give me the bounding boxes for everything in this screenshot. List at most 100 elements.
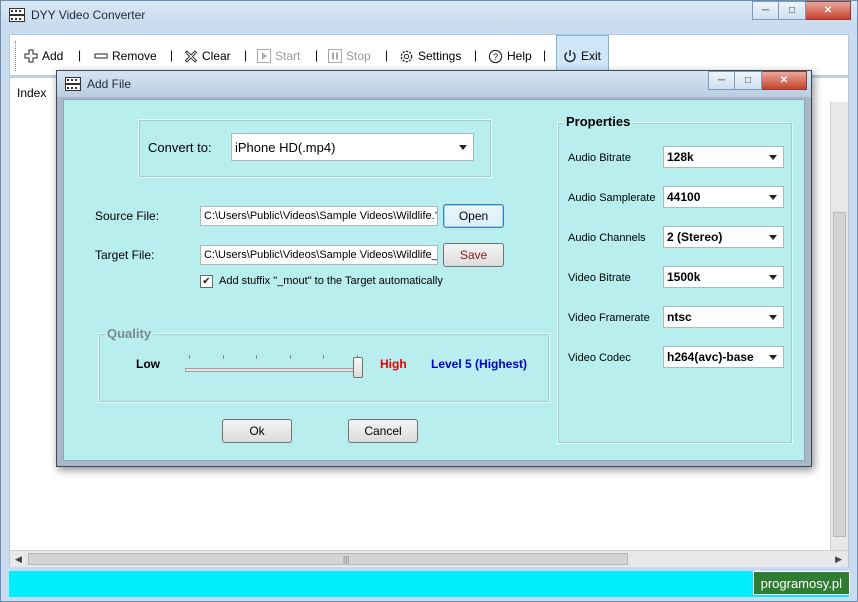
app-icon [9, 8, 25, 22]
horizontal-scroll-thumb[interactable]: ||| [28, 553, 628, 565]
dialog-body: Convert to: iPhone HD(.mp4) Source File:… [63, 99, 805, 461]
audio-channels-value: 2 (Stereo) [667, 230, 723, 244]
toolbar-grip[interactable] [15, 41, 18, 71]
audio-channels-label: Audio Channels [568, 232, 646, 244]
quality-slider-track[interactable] [185, 368, 363, 372]
clear-icon [184, 50, 198, 63]
start-button-label: Start [275, 49, 301, 63]
checkmark-icon: ✔ [202, 276, 211, 287]
toolbar-separator: | [543, 48, 547, 62]
vertical-scroll-thumb[interactable] [833, 212, 846, 537]
audio-samplerate-select[interactable]: 44100 [663, 186, 784, 208]
audio-bitrate-select[interactable]: 128k [663, 146, 784, 168]
clear-button-label: Clear [202, 49, 231, 63]
exit-button-content: Exit [563, 47, 601, 65]
power-icon [564, 49, 576, 62]
chevron-down-icon [769, 315, 777, 320]
window-title: DYY Video Converter [31, 8, 146, 22]
chevron-down-icon [769, 155, 777, 160]
video-bitrate-value: 1500k [667, 270, 701, 284]
audio-samplerate-label: Audio Samplerate [568, 192, 656, 204]
dialog-maximize-button[interactable]: □ [735, 71, 762, 90]
video-bitrate-select[interactable]: 1500k [663, 266, 784, 288]
ok-button[interactable]: Ok [222, 419, 292, 443]
remove-button[interactable]: Remove [94, 47, 157, 65]
video-framerate-select[interactable]: ntsc [663, 306, 784, 328]
save-button[interactable]: Save [443, 243, 504, 267]
audio-bitrate-label: Audio Bitrate [568, 152, 631, 164]
video-bitrate-label: Video Bitrate [568, 272, 631, 284]
scroll-grip-icon: ||| [343, 555, 350, 564]
stop-button-label: Stop [346, 49, 371, 63]
quality-group-label: Quality [104, 326, 155, 341]
chevron-down-icon [769, 355, 777, 360]
gear-icon [400, 50, 413, 62]
stop-button[interactable]: Stop [328, 47, 371, 65]
quality-tick [256, 355, 257, 359]
add-suffix-label[interactable]: Add stuffix "_mout" to the Target automa… [219, 275, 443, 287]
audio-samplerate-value: 44100 [667, 190, 701, 204]
target-file-value: C:\Users\Public\Videos\Sample Videos\Wil… [204, 249, 438, 261]
settings-button[interactable]: Settings [399, 47, 461, 65]
quality-slider-thumb[interactable] [353, 357, 363, 378]
maximize-button[interactable]: □ [779, 1, 806, 20]
vertical-scrollbar[interactable] [830, 102, 848, 550]
quality-tick [323, 355, 324, 359]
scroll-right-icon[interactable]: ▶ [835, 554, 842, 565]
chevron-down-icon [769, 235, 777, 240]
horizontal-scrollbar[interactable]: ◀ ||| ▶ [10, 550, 848, 567]
dialog-window-controls: ─ □ ✕ [708, 71, 807, 90]
quality-tick [290, 355, 291, 359]
source-file-field[interactable]: C:\Users\Public\Videos\Sample Videos\Wil… [200, 206, 438, 226]
close-button[interactable]: ✕ [806, 1, 851, 20]
settings-button-label: Settings [418, 49, 462, 63]
quality-high-label: High [380, 357, 407, 371]
add-button[interactable]: Add [24, 47, 63, 65]
video-codec-select[interactable]: h264(avc)-base [663, 346, 784, 368]
target-file-label: Target File: [95, 248, 155, 262]
dialog-minimize-button[interactable]: ─ [708, 71, 735, 90]
dialog-title-bar[interactable]: Add File ─ □ ✕ [57, 71, 811, 97]
toolbar-separator: | [244, 48, 248, 62]
exit-button[interactable]: Exit [556, 35, 609, 75]
help-button[interactable]: ? Help [488, 47, 532, 65]
cancel-button[interactable]: Cancel [348, 419, 418, 443]
clear-button[interactable]: Clear [184, 47, 231, 65]
add-button-label: Add [42, 49, 64, 63]
watermark: programosy.pl [752, 571, 850, 595]
start-button[interactable]: Start [257, 47, 300, 65]
chevron-down-icon [459, 145, 467, 150]
dialog-close-button[interactable]: ✕ [762, 71, 807, 90]
main-title-bar[interactable]: DYY Video Converter ─ □ ✕ [1, 1, 857, 30]
audio-channels-select[interactable]: 2 (Stereo) [663, 226, 784, 248]
svg-text:?: ? [493, 51, 498, 61]
source-file-label: Source File: [95, 209, 160, 223]
exit-button-label: Exit [581, 49, 602, 63]
convert-to-label: Convert to: [148, 140, 212, 155]
chevron-down-icon [769, 275, 777, 280]
status-bar [9, 571, 849, 597]
toolbar-separator: | [315, 48, 319, 62]
help-icon: ? [488, 49, 503, 63]
toolbar-separator: | [474, 48, 478, 62]
open-button[interactable]: Open [443, 204, 504, 228]
video-codec-label: Video Codec [568, 352, 631, 364]
scroll-left-icon[interactable]: ◀ [15, 554, 22, 565]
minimize-button[interactable]: ─ [752, 1, 779, 20]
chevron-down-icon [769, 195, 777, 200]
add-file-dialog: Add File ─ □ ✕ Convert to: iPhone HD(.mp… [56, 70, 812, 467]
quality-tick [189, 355, 190, 359]
convert-to-select[interactable]: iPhone HD(.mp4) [231, 133, 474, 161]
pause-icon [328, 49, 342, 63]
add-suffix-checkbox[interactable]: ✔ [200, 275, 213, 288]
quality-level-label: Level 5 (Highest) [431, 357, 528, 371]
target-file-field[interactable]: C:\Users\Public\Videos\Sample Videos\Wil… [200, 245, 438, 265]
video-codec-value: h264(avc)-base [667, 350, 754, 364]
dialog-app-icon [65, 77, 81, 91]
source-file-value: C:\Users\Public\Videos\Sample Videos\Wil… [204, 210, 438, 222]
toolbar-separator: | [385, 48, 389, 62]
window-controls: ─ □ ✕ [752, 1, 851, 20]
column-header-index[interactable]: Index [17, 86, 46, 100]
convert-to-value: iPhone HD(.mp4) [235, 139, 336, 155]
remove-button-label: Remove [112, 49, 157, 63]
